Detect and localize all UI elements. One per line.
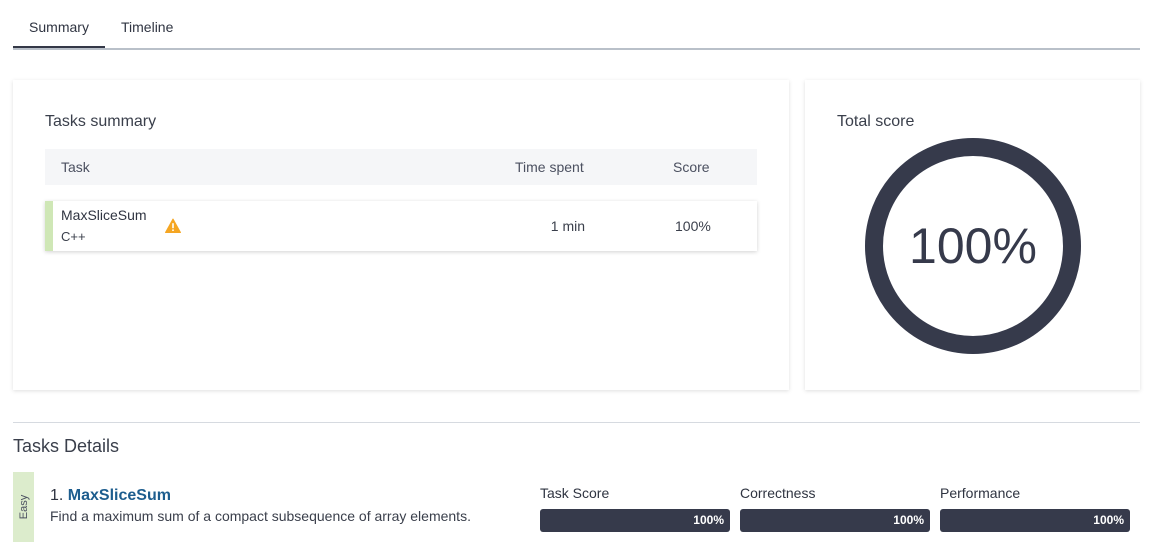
metric-task-score: Task Score 100% <box>540 485 730 532</box>
metric-correctness: Correctness 100% <box>740 485 930 532</box>
metric-label: Correctness <box>740 485 816 501</box>
column-score: Score <box>673 159 710 175</box>
total-score-title: Total score <box>837 113 915 130</box>
tab-bar: Summary Timeline <box>13 8 1140 50</box>
tasks-table-header: Task Time spent Score <box>45 149 757 185</box>
table-row[interactable]: MaxSliceSum C++ 1 min 100% <box>45 201 757 251</box>
tasks-summary-title: Tasks summary <box>45 113 157 130</box>
task-time-spent: 1 min <box>550 218 585 234</box>
task-number: 1. <box>50 487 64 504</box>
task-score: 100% <box>675 218 711 234</box>
metric-bar: 100% <box>740 509 930 532</box>
metric-value: 100% <box>893 513 924 527</box>
difficulty-stripe <box>45 201 53 251</box>
tasks-summary-card: Tasks summary Task Time spent Score MaxS… <box>13 80 789 390</box>
total-score-value: 100% <box>909 218 1037 274</box>
metric-label: Performance <box>940 485 1021 501</box>
total-score-card: Total score 100% <box>805 80 1140 390</box>
column-time-spent: Time spent <box>515 159 584 175</box>
tab-summary[interactable]: Summary <box>13 8 105 48</box>
task-link[interactable]: MaxSliceSum <box>68 487 171 504</box>
metric-performance: Performance 100% <box>940 485 1130 532</box>
section-divider <box>13 422 1140 423</box>
metric-bar: 100% <box>540 509 730 532</box>
tab-timeline[interactable]: Timeline <box>121 8 173 46</box>
column-task: Task <box>61 159 90 175</box>
metric-bar: 100% <box>940 509 1130 532</box>
difficulty-badge: Easy <box>13 472 34 542</box>
task-language: C++ <box>61 229 86 244</box>
task-detail-title: 1. MaxSliceSum <box>50 487 171 505</box>
score-donut: 100% <box>865 138 1081 354</box>
warning-triangle-icon[interactable] <box>165 218 181 234</box>
difficulty-label: Easy <box>17 494 30 520</box>
metric-label: Task Score <box>540 485 610 501</box>
task-name: MaxSliceSum <box>61 207 147 223</box>
metric-value: 100% <box>693 513 724 527</box>
task-description: Find a maximum sum of a compact subseque… <box>50 508 471 524</box>
tasks-details-title: Tasks Details <box>13 436 120 456</box>
metric-value: 100% <box>1093 513 1124 527</box>
